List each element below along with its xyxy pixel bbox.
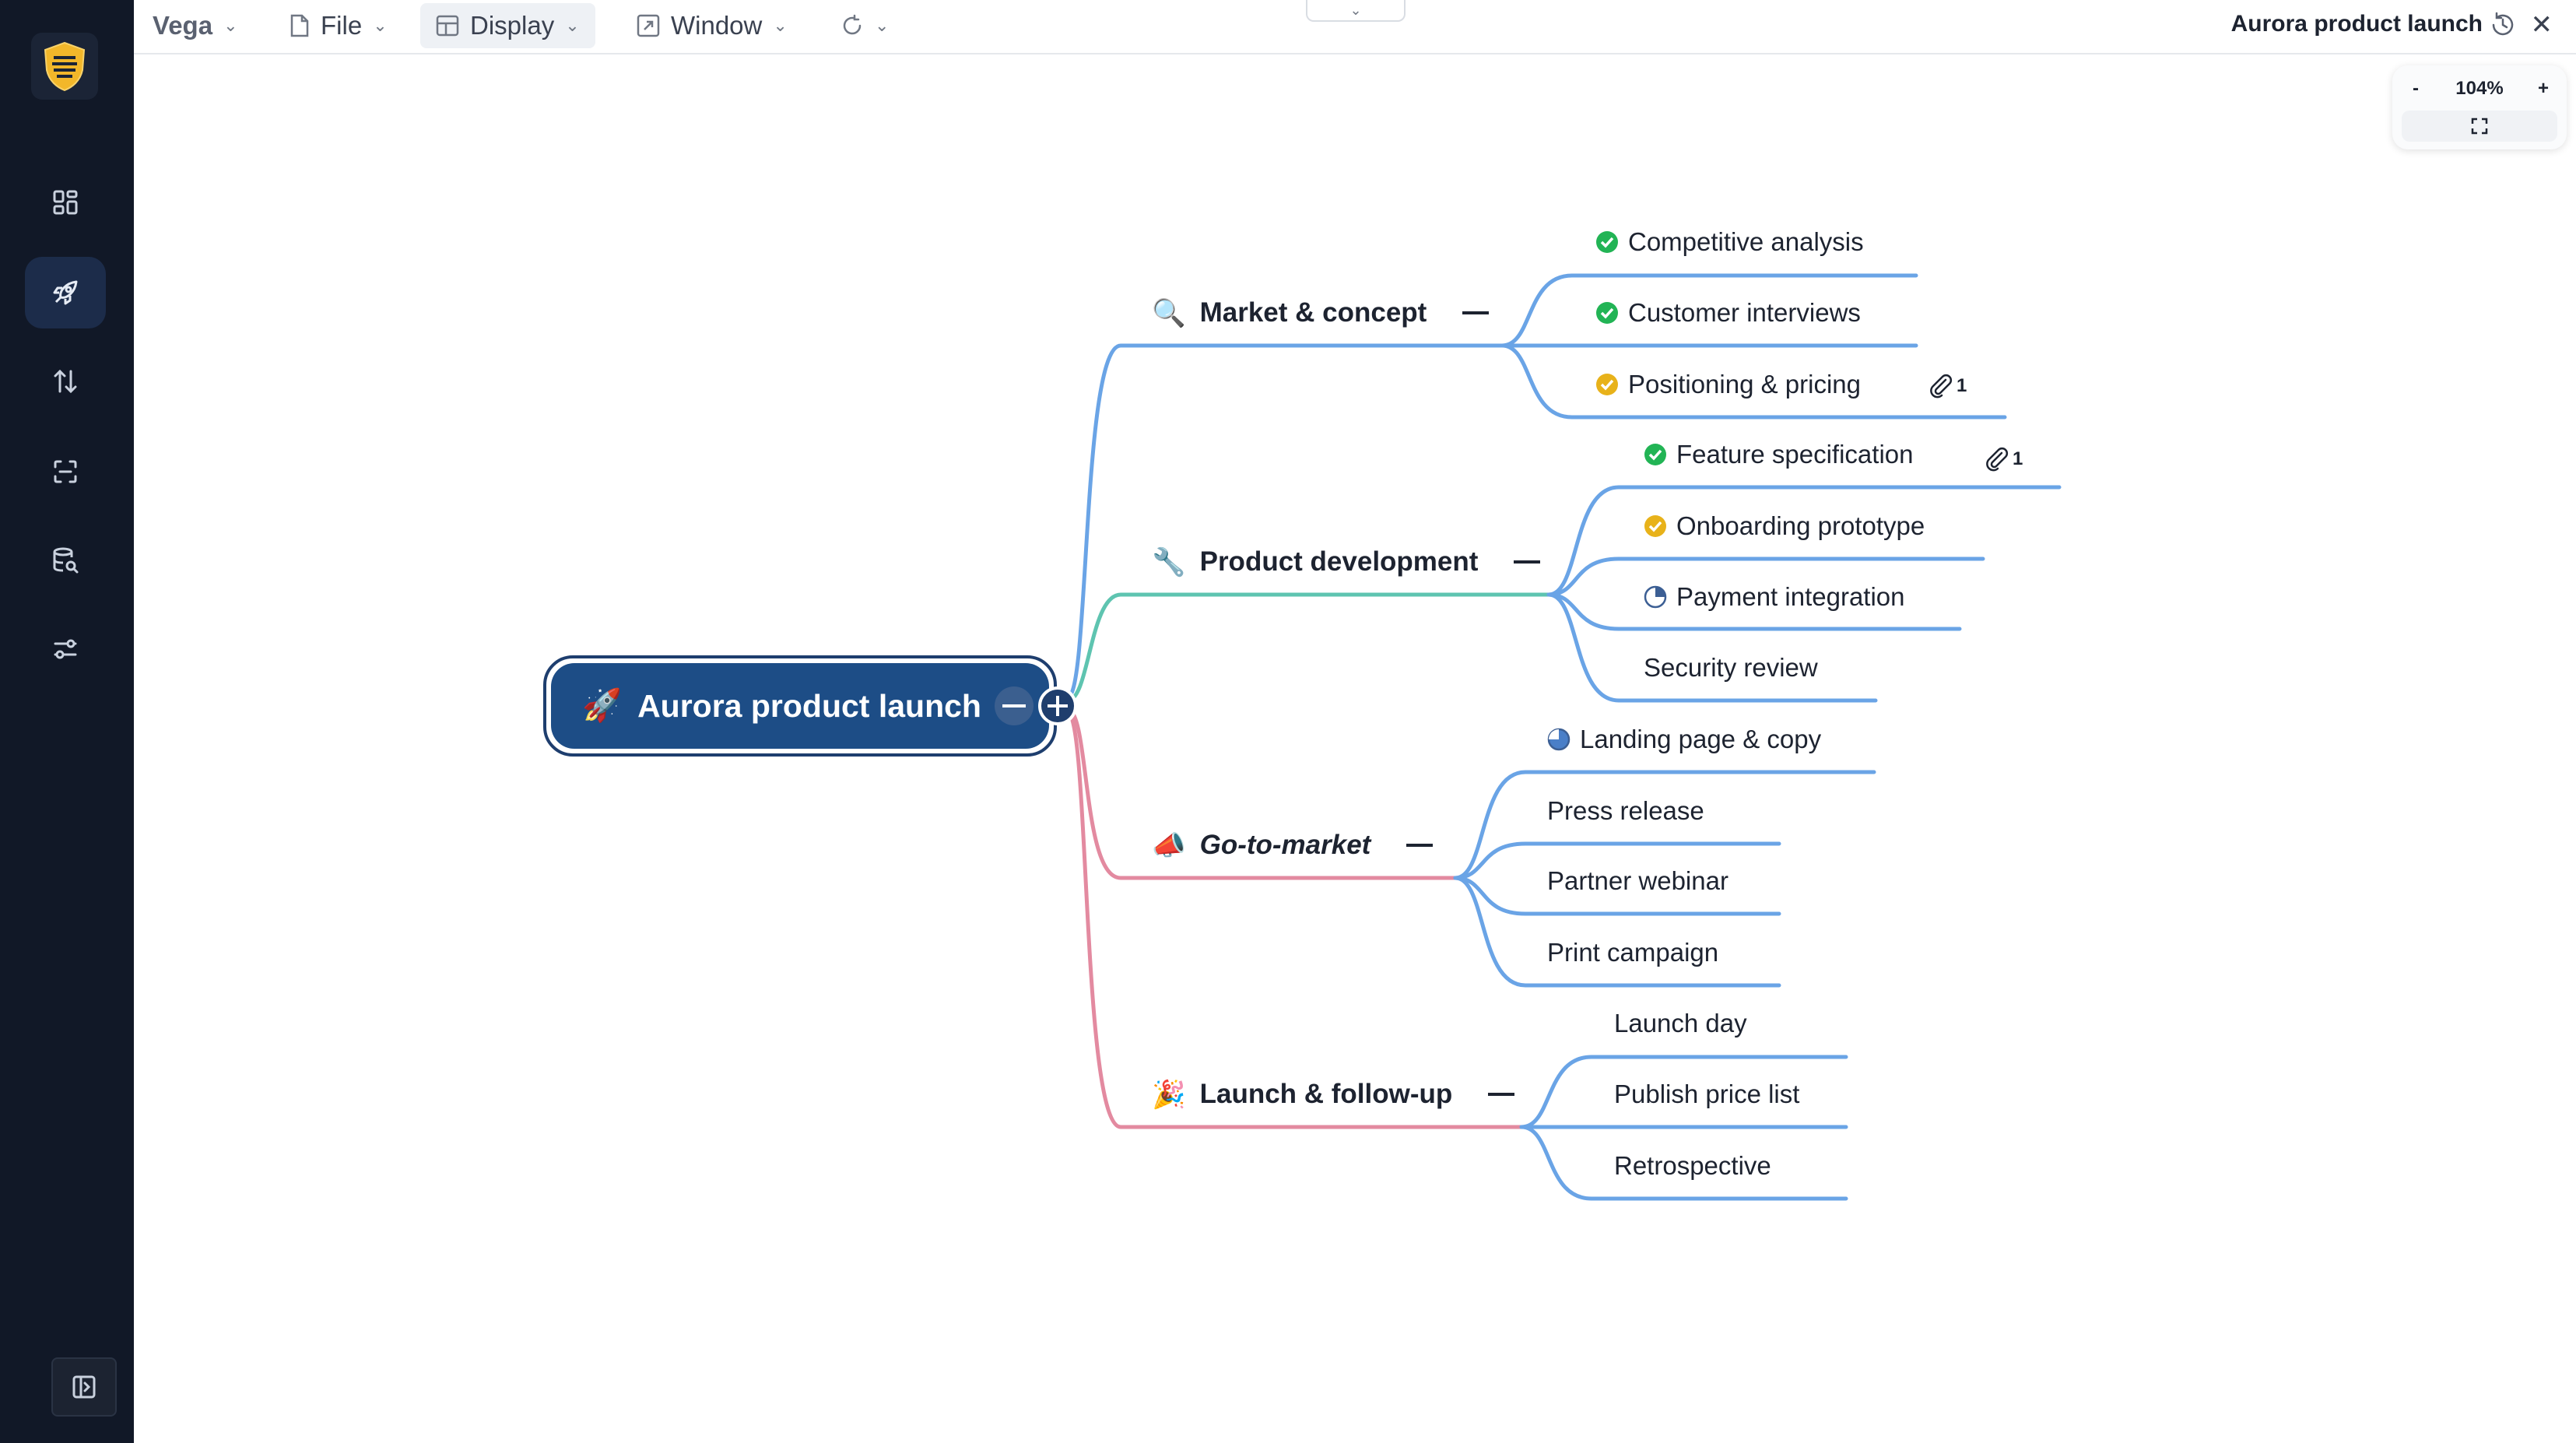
branch-node-launch[interactable]: 🎉 Launch & follow-up (1152, 1075, 1515, 1114)
rocket-emoji-icon: 🚀 (582, 687, 623, 723)
leaf-node[interactable]: Payment integration (1644, 578, 1905, 616)
leaf-label: Onboarding prototype (1676, 511, 1925, 540)
check-done-icon (1596, 231, 1618, 253)
leaf-label: Competitive analysis (1628, 227, 1864, 256)
paperclip-icon (1986, 447, 2009, 472)
branch-label: Go-to-market (1199, 830, 1371, 860)
branch-node-market[interactable]: 🔍 Market & concept (1152, 293, 1490, 332)
minus-icon (1002, 704, 1026, 707)
collapse-branch-button[interactable] (1514, 560, 1541, 564)
attachment-count: 1 (1957, 375, 1967, 396)
check-done-icon (1644, 444, 1666, 465)
leaf-label: Publish price list (1614, 1080, 1800, 1108)
branch-label: Market & concept (1199, 297, 1427, 328)
branch-label: Launch & follow-up (1199, 1079, 1453, 1109)
leaf-node[interactable]: Feature specification (1644, 436, 1914, 473)
leaf-node[interactable]: Customer interviews (1595, 294, 1861, 332)
attachment-badge[interactable]: 1 (1985, 447, 2023, 472)
leaf-node[interactable]: Competitive analysis (1595, 223, 1864, 261)
attachment-badge[interactable]: 1 (1928, 374, 1967, 398)
leaf-label: Print campaign (1547, 938, 1719, 967)
mindmap-connectors (1065, 273, 2062, 1201)
branch-node-gtm[interactable]: 📣 Go-to-market (1152, 826, 1434, 865)
leaf-node[interactable]: Retrospective (1614, 1147, 1771, 1185)
leaf-node[interactable]: Press release (1547, 792, 1704, 830)
progress-three-quarter-icon (1547, 728, 1571, 751)
plus-icon (1048, 696, 1068, 716)
collapse-branch-button[interactable] (1462, 311, 1490, 314)
root-add-child-button[interactable] (1038, 686, 1077, 725)
branch-label: Product development (1199, 546, 1479, 577)
leaf-node[interactable]: Positioning & pricing (1595, 366, 1861, 403)
leaf-label: Feature specification (1676, 440, 1914, 469)
leaf-label: Payment integration (1676, 582, 1905, 611)
leaf-label: Press release (1547, 796, 1704, 825)
root-collapse-button[interactable] (995, 686, 1034, 725)
wrench-emoji-icon: 🔧 (1152, 546, 1186, 578)
root-node-label: Aurora product launch (637, 687, 981, 724)
check-review-icon (1596, 374, 1618, 395)
leaf-node[interactable]: Publish price list (1614, 1076, 1799, 1113)
root-node-body: 🚀 Aurora product launch (551, 663, 1049, 749)
collapse-branch-button[interactable] (1406, 844, 1434, 847)
collapse-branch-button[interactable] (1488, 1093, 1515, 1096)
leaf-label: Partner webinar (1547, 866, 1728, 895)
leaf-node[interactable]: Launch day (1614, 1005, 1747, 1042)
leaf-node[interactable]: Onboarding prototype (1644, 507, 1925, 545)
megaphone-emoji-icon: 📣 (1152, 830, 1186, 861)
branch-node-product[interactable]: 🔧 Product development (1152, 542, 1541, 581)
leaf-label: Landing page & copy (1580, 725, 1822, 753)
leaf-node[interactable]: Partner webinar (1547, 862, 1728, 900)
leaf-label: Customer interviews (1628, 298, 1861, 327)
attachment-count: 1 (2013, 448, 2023, 469)
leaf-label: Positioning & pricing (1628, 370, 1861, 398)
magnifier-emoji-icon: 🔍 (1152, 297, 1186, 328)
leaf-node[interactable]: Print campaign (1547, 934, 1718, 971)
check-review-icon (1644, 515, 1666, 537)
leaf-node[interactable]: Landing page & copy (1547, 721, 1821, 758)
leaf-label: Security review (1644, 653, 1818, 682)
leaf-label: Launch day (1614, 1009, 1747, 1037)
leaf-node[interactable]: Security review (1644, 649, 1818, 686)
progress-quarter-icon (1644, 585, 1667, 609)
party-emoji-icon: 🎉 (1152, 1079, 1186, 1110)
leaf-label: Retrospective (1614, 1151, 1771, 1180)
root-node[interactable]: 🚀 Aurora product launch (543, 655, 1057, 757)
check-done-icon (1596, 302, 1618, 324)
paperclip-icon (1930, 374, 1953, 398)
